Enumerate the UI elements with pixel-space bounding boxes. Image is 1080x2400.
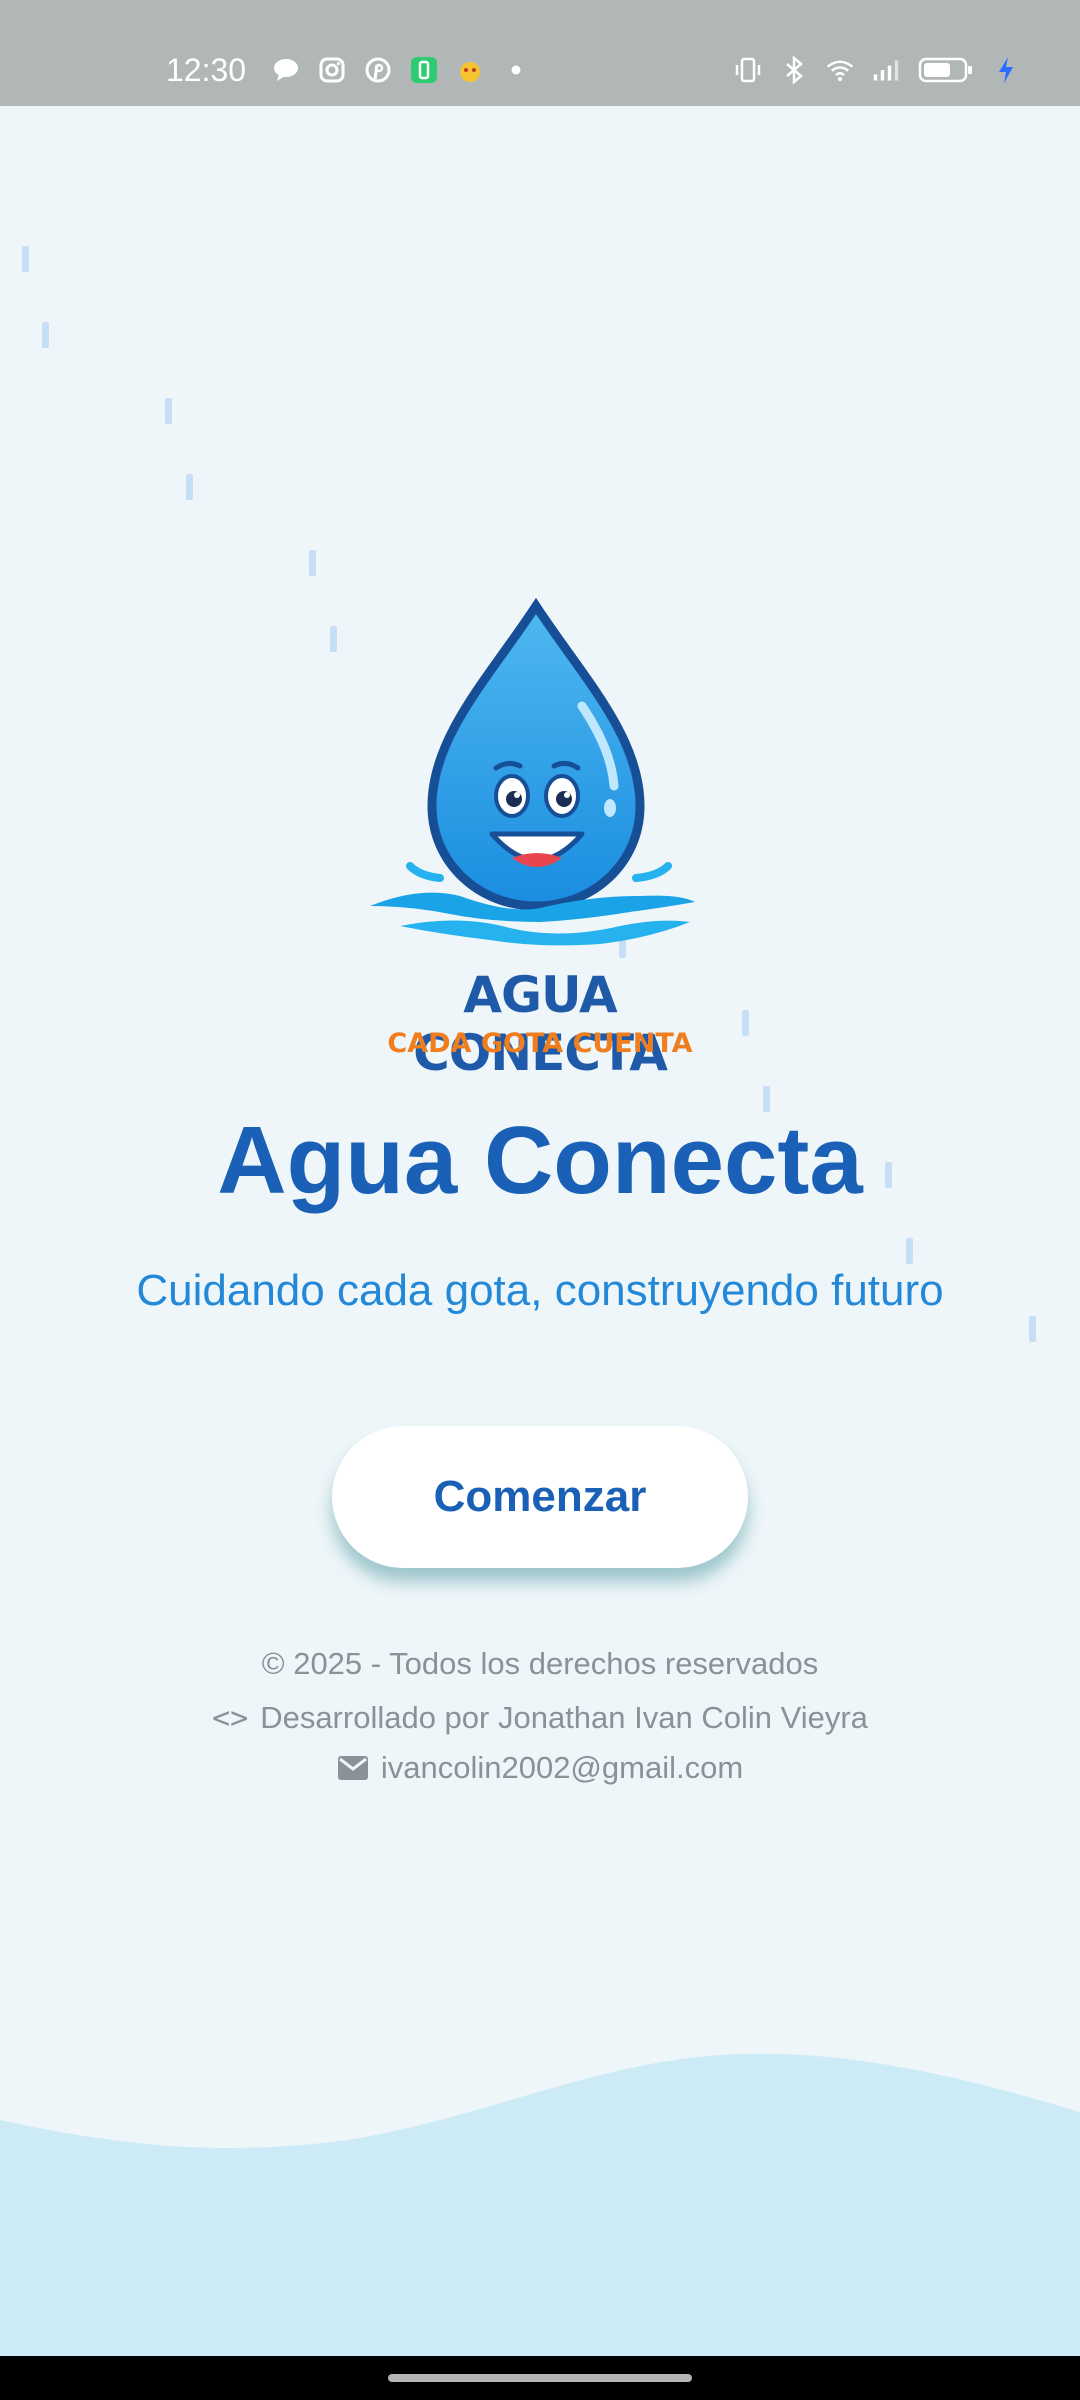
- water-drip: [165, 398, 172, 424]
- water-drip: [186, 474, 193, 500]
- water-drip: [742, 1010, 749, 1036]
- water-drip: [309, 550, 316, 576]
- start-button[interactable]: Comenzar: [332, 1426, 748, 1568]
- water-drop-mascot-icon: [370, 597, 695, 946]
- dot-icon: [502, 56, 530, 84]
- bottom-wave: [0, 2053, 1080, 2356]
- logo-subtitle: CADA GOTA CUENTA: [387, 1028, 693, 1059]
- email-link[interactable]: ivancolin2002@gmail.com: [381, 1750, 743, 1786]
- water-drip: [906, 1238, 913, 1264]
- chat-bubble-icon: [272, 56, 300, 84]
- page-title: Agua Conecta: [217, 1107, 863, 1214]
- copyright-text: © 2025 - Todos los derechos reservados: [261, 1646, 819, 1681]
- footer-copyright-row: © 2025 - Todos los derechos reservados: [0, 1646, 1080, 1682]
- charging-icon: [992, 56, 1020, 84]
- developer-text: Desarrollado por Jonathan Ivan Colin Vie…: [260, 1700, 868, 1735]
- navigation-bar: [0, 2356, 1080, 2400]
- system-icons: [734, 56, 1020, 84]
- page-tagline: Cuidando cada gota, construyendo futuro: [136, 1266, 944, 1315]
- app-logo: AGUA CONECTA CADA GOTA CUENTA: [340, 596, 740, 1082]
- battery-app-icon: [410, 56, 438, 84]
- battery-icon: [918, 56, 974, 84]
- mail-icon: [337, 1755, 369, 1781]
- footer-developer-row: <> Desarrollado por Jonathan Ivan Colin …: [0, 1700, 1080, 1736]
- fun-app-icon: [456, 56, 484, 84]
- water-drip: [22, 246, 29, 272]
- water-drip: [330, 626, 337, 652]
- instagram-icon: [318, 56, 346, 84]
- status-bar: 12:30: [0, 0, 1080, 106]
- water-drip: [42, 322, 49, 348]
- bluetooth-icon: [780, 56, 808, 84]
- vibrate-icon: [734, 56, 762, 84]
- status-time: 12:30: [166, 52, 247, 88]
- notification-icons: [272, 56, 530, 84]
- signal-icon: [872, 56, 900, 84]
- code-icon: <>: [212, 1700, 249, 1736]
- wifi-icon: [826, 56, 854, 84]
- welcome-screen: AGUA CONECTA CADA GOTA CUENTA Agua Conec…: [0, 106, 1080, 2356]
- home-indicator[interactable]: [388, 2374, 692, 2382]
- footer-email-row: ivancolin2002@gmail.com: [0, 1750, 1080, 1786]
- logo-title: AGUA CONECTA: [413, 966, 668, 1082]
- water-drip: [1029, 1316, 1036, 1342]
- pinterest-icon: [364, 56, 392, 84]
